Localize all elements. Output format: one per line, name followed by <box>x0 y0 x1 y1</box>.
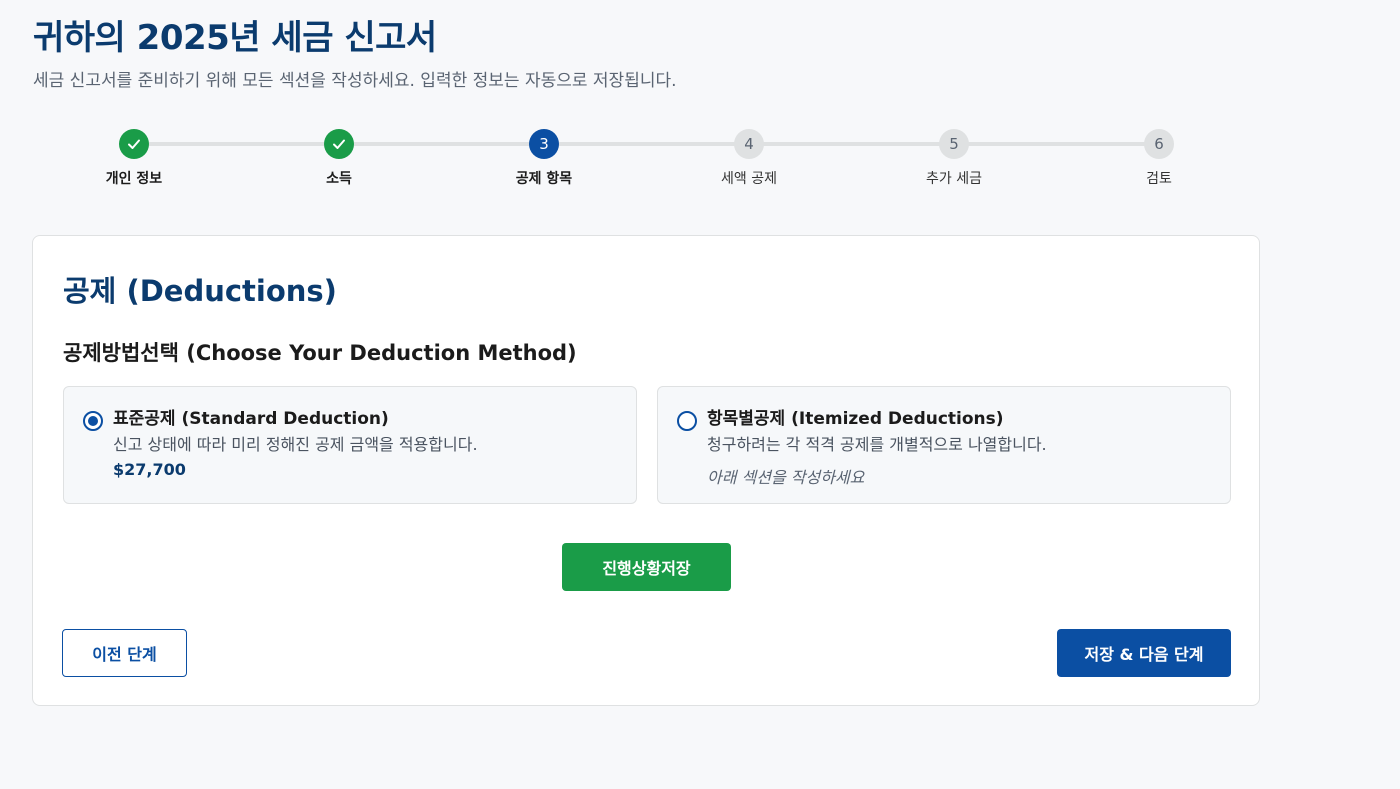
step-label: 추가 세금 <box>926 171 982 187</box>
section-title: 공제 (Deductions) <box>63 274 337 308</box>
check-icon <box>119 129 149 159</box>
step-tax-credits[interactable]: 4 세액 공제 <box>679 129 819 188</box>
step-label: 소득 <box>326 171 352 187</box>
step-number: 6 <box>1144 129 1174 159</box>
previous-step-button[interactable]: 이전 단계 <box>62 629 187 677</box>
itemized-deduction-option[interactable]: 항목별공제 (Itemized Deductions) 청구하려는 각 적격 공… <box>657 386 1231 504</box>
standard-deduction-option[interactable]: 표준공제 (Standard Deduction) 신고 상태에 따라 미리 정… <box>63 386 637 504</box>
step-label: 공제 항목 <box>515 171 573 187</box>
save-next-button[interactable]: 저장 & 다음 단계 <box>1057 629 1231 677</box>
step-label: 검토 <box>1146 171 1172 187</box>
standard-deduction-amount: $27,700 <box>113 460 186 479</box>
step-label: 세액 공제 <box>721 171 777 187</box>
step-number: 5 <box>939 129 969 159</box>
option-description: 신고 상태에 따라 미리 정해진 공제 금액을 적용합니다. <box>113 435 478 454</box>
step-additional-taxes[interactable]: 5 추가 세금 <box>884 129 1024 188</box>
deduction-method-title: 공제방법선택 (Choose Your Deduction Method) <box>63 341 577 365</box>
itemized-deduction-radio[interactable] <box>677 411 697 431</box>
step-review[interactable]: 6 검토 <box>1089 129 1229 188</box>
step-income[interactable]: 소득 <box>269 129 409 188</box>
check-icon <box>324 129 354 159</box>
option-description: 청구하려는 각 적격 공제를 개별적으로 나열합니다. <box>707 435 1047 454</box>
option-note: 아래 섹션을 작성하세요 <box>707 468 865 487</box>
deductions-card: 공제 (Deductions) 공제방법선택 (Choose Your Dedu… <box>32 235 1260 706</box>
step-number: 4 <box>734 129 764 159</box>
progress-stepper: 개인 정보 소득 3 공제 항목 4 세액 공제 5 추가 세금 6 검토 <box>0 0 1400 200</box>
standard-deduction-radio[interactable] <box>83 411 103 431</box>
step-label: 개인 정보 <box>105 171 163 187</box>
save-progress-button[interactable]: 진행상황저장 <box>562 543 731 591</box>
step-deductions[interactable]: 3 공제 항목 <box>474 129 614 188</box>
step-number: 3 <box>529 129 559 159</box>
option-title: 항목별공제 (Itemized Deductions) <box>707 409 1004 429</box>
option-title: 표준공제 (Standard Deduction) <box>113 409 389 429</box>
step-personal-info[interactable]: 개인 정보 <box>64 129 204 188</box>
